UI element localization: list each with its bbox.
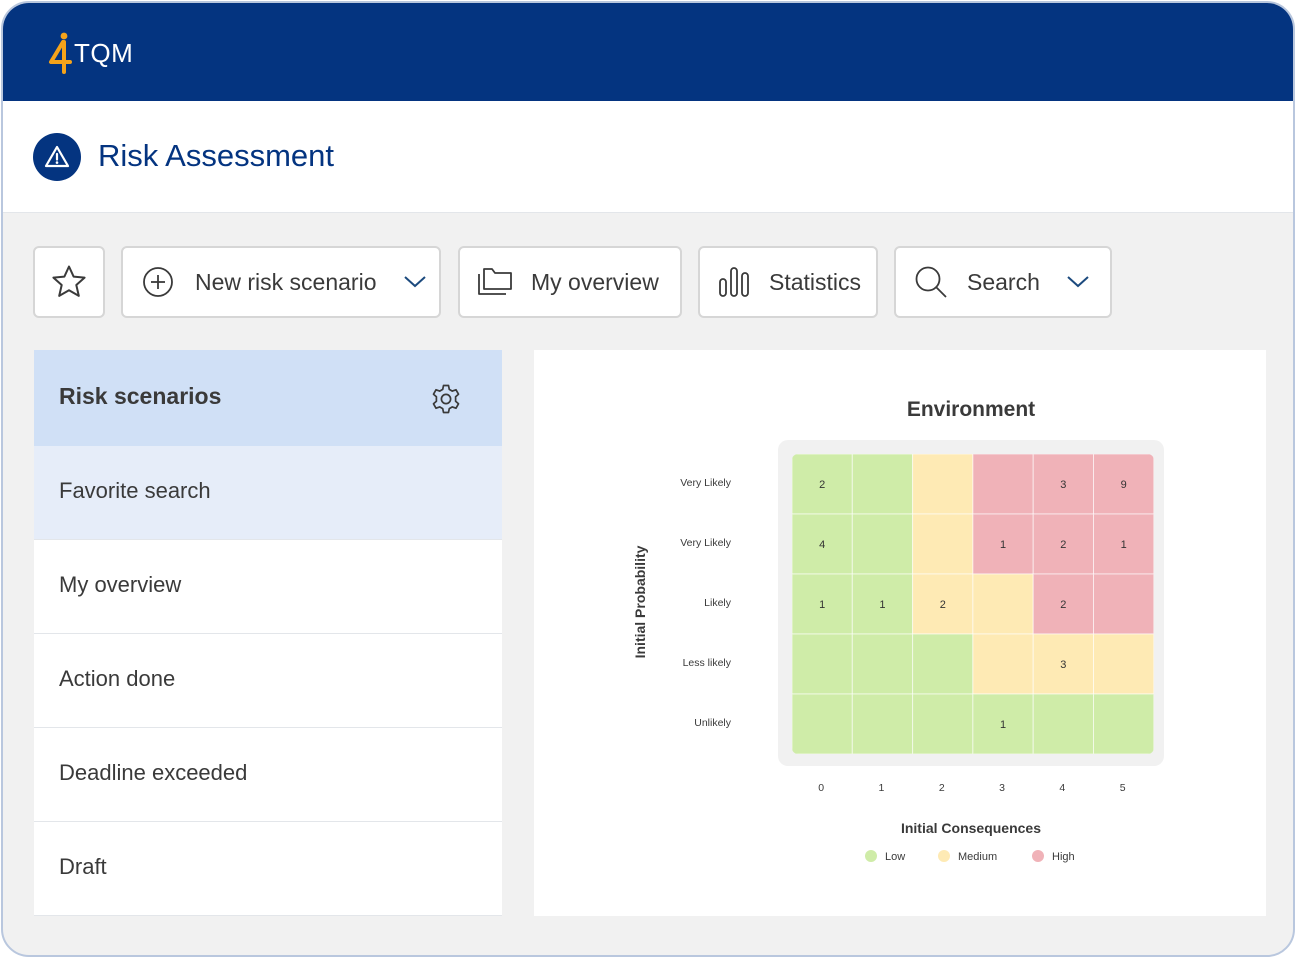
- x-tick-label: 3: [999, 782, 1005, 794]
- sidebar-item-label: Action done: [59, 666, 176, 691]
- risk-matrix-panel: Environment 2 3 9 4 1 2 1 1 1 2 2 3 1 Very Likely Ver…: [534, 350, 1266, 916]
- matrix-cell-high[interactable]: [972, 454, 1034, 515]
- legend-item-medium[interactable]: Medium: [938, 850, 997, 863]
- cell-value-label: 3: [1060, 659, 1066, 671]
- favorite-button[interactable]: [33, 246, 105, 318]
- matrix-cell-medium[interactable]: [972, 573, 1034, 635]
- x-tick-label: 2: [939, 782, 945, 794]
- sidebar-item-draft[interactable]: Draft: [34, 822, 502, 916]
- my-overview-button[interactable]: My overview: [458, 246, 682, 318]
- matrix-cell-low[interactable]: [1093, 693, 1154, 754]
- brand-logo[interactable]: TQM: [48, 31, 133, 75]
- matrix-cell-low[interactable]: [1032, 693, 1095, 754]
- matrix-cell-medium[interactable]: [972, 633, 1034, 695]
- search-button[interactable]: Search: [894, 246, 1112, 318]
- search-icon: [913, 264, 949, 300]
- cell-value-label: 1: [1000, 539, 1006, 551]
- page-title-bar: Risk Assessment: [3, 101, 1293, 213]
- sidebar-header: Risk scenarios: [34, 350, 502, 446]
- cell-value-label: 1: [879, 599, 885, 611]
- legend-label: High: [1052, 851, 1075, 863]
- legend-item-high[interactable]: High: [1032, 850, 1075, 863]
- matrix-cell-low[interactable]: [851, 513, 914, 575]
- cell-value-label: 2: [819, 479, 825, 491]
- gear-icon[interactable]: [430, 383, 462, 420]
- risk-matrix-chart: Environment 2 3 9 4 1 2 1 1 1 2 2 3 1 Very Likely Ver…: [632, 398, 1164, 863]
- my-overview-label: My overview: [531, 268, 659, 295]
- legend-swatch: [865, 850, 877, 862]
- matrix-cell-medium[interactable]: [912, 513, 974, 575]
- sidebar-item-label: Deadline exceeded: [59, 760, 248, 785]
- cell-value-label: 4: [819, 539, 825, 551]
- y-tick-label: Less likely: [683, 657, 732, 669]
- cell-value-label: 2: [940, 599, 946, 611]
- sidebar-item-action-done[interactable]: Action done: [34, 634, 502, 728]
- matrix-cell-low[interactable]: [851, 454, 914, 515]
- top-header-bar: TQM: [3, 3, 1293, 101]
- sidebar-item-label: Draft: [59, 854, 107, 879]
- warning-triangle-icon: [33, 133, 81, 181]
- plus-circle-icon: [141, 265, 175, 299]
- y-tick-label: Very Likely: [680, 477, 732, 489]
- y-tick-label: Likely: [704, 597, 732, 609]
- matrix-cell-medium[interactable]: [912, 454, 974, 515]
- statistics-button[interactable]: Statistics: [698, 246, 878, 318]
- new-risk-scenario-button[interactable]: New risk scenario: [121, 246, 441, 318]
- folders-icon: [475, 265, 515, 299]
- legend-swatch: [1032, 850, 1044, 862]
- sidebar-item-deadline-exceeded[interactable]: Deadline exceeded: [34, 728, 502, 822]
- risk-scenarios-sidebar: Risk scenarios Favorite search My overvi…: [34, 350, 502, 916]
- y-tick-label: Very Likely: [680, 537, 732, 549]
- new-risk-scenario-label: New risk scenario: [195, 268, 377, 295]
- y-axis-label: Initial Probability: [632, 545, 648, 658]
- cell-value-label: 1: [1000, 719, 1006, 731]
- y-tick-label: Unlikely: [694, 717, 732, 729]
- matrix-cell-low[interactable]: [912, 693, 974, 754]
- x-tick-label: 4: [1059, 782, 1065, 794]
- statistics-label: Statistics: [769, 268, 862, 295]
- legend-item-low[interactable]: Low: [865, 850, 905, 863]
- chart-title: Environment: [907, 398, 1035, 421]
- brand-name: TQM: [74, 37, 134, 68]
- sidebar-title: Risk scenarios: [59, 383, 222, 409]
- cell-value-label: 9: [1121, 479, 1127, 491]
- x-axis-label: Initial Consequences: [901, 820, 1041, 836]
- cell-value-label: 1: [1121, 539, 1127, 551]
- sidebar-item-my-overview[interactable]: My overview: [34, 540, 502, 634]
- matrix-cell-medium[interactable]: [1093, 633, 1154, 695]
- page-title: Risk Assessment: [98, 138, 335, 173]
- cell-value-label: 1: [819, 599, 825, 611]
- logo-mark-icon: [48, 31, 72, 75]
- matrix-cell-high[interactable]: [1093, 573, 1154, 635]
- matrix-cell-low[interactable]: [851, 633, 914, 695]
- search-label: Search: [967, 268, 1040, 295]
- bar-chart-icon: [717, 265, 751, 299]
- chart-legend: Low Medium High: [865, 850, 1075, 863]
- chevron-down-icon[interactable]: [403, 275, 427, 289]
- app-window: TQM Risk Assessment New risk scenario My…: [1, 1, 1295, 957]
- star-icon: [50, 264, 88, 300]
- legend-label: Low: [885, 851, 905, 863]
- matrix-cell-low[interactable]: [792, 693, 853, 754]
- cell-value-label: 3: [1060, 479, 1066, 491]
- x-tick-label: 1: [879, 782, 885, 794]
- sidebar-item-label: Favorite search: [59, 478, 211, 503]
- chevron-down-icon[interactable]: [1066, 275, 1090, 289]
- legend-swatch: [938, 850, 950, 862]
- sidebar-item-label: My overview: [59, 572, 182, 597]
- matrix-cell-low[interactable]: [792, 633, 853, 695]
- legend-label: Medium: [958, 851, 997, 863]
- cell-value-label: 2: [1060, 539, 1066, 551]
- matrix-cell-low[interactable]: [912, 633, 974, 695]
- x-tick-label: 0: [818, 782, 824, 794]
- cell-value-label: 2: [1060, 599, 1066, 611]
- x-tick-label: 5: [1120, 782, 1126, 794]
- matrix-cell-low[interactable]: [851, 693, 914, 754]
- sidebar-item-favorite-search[interactable]: Favorite search: [34, 446, 502, 540]
